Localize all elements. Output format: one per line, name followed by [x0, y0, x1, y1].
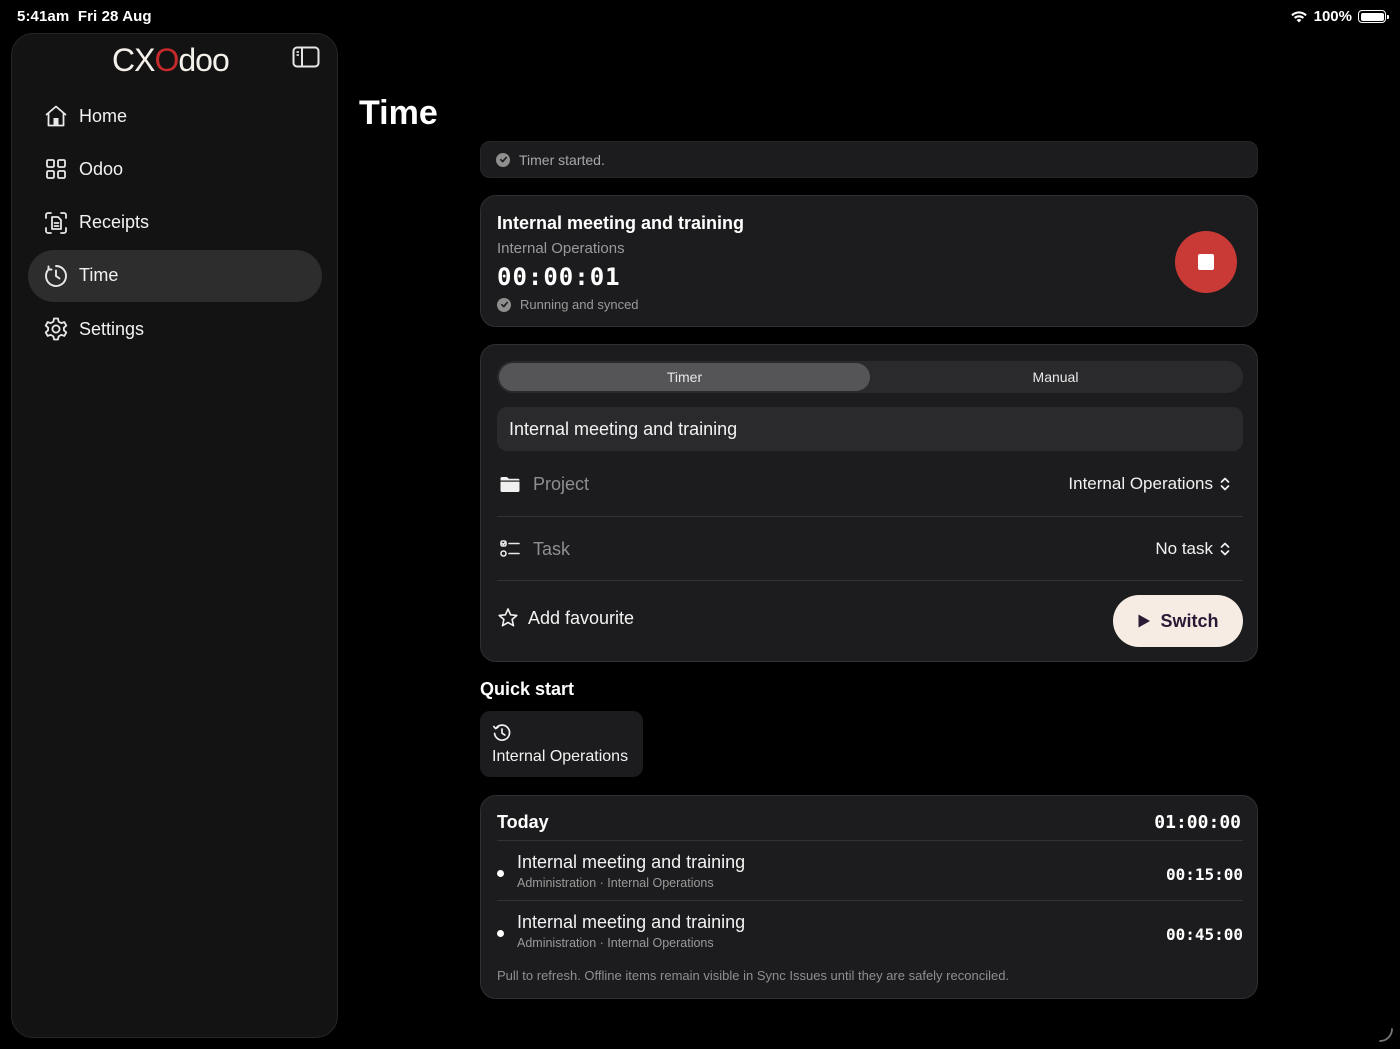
list-item[interactable]: Internal meeting and training Administra… [497, 846, 1243, 904]
entry-name: Internal meeting and training [517, 852, 746, 872]
star-icon [498, 608, 518, 627]
divider [497, 840, 1243, 841]
entry-duration: 00:45:00 [1165, 925, 1243, 944]
divider [497, 516, 1243, 517]
mode-segmented-control: Timer Manual [497, 361, 1243, 393]
sidebar: CXOdoo Home Odoo Receipts Time Settings [11, 33, 338, 1038]
bullet-icon [497, 930, 504, 937]
divider [497, 900, 1243, 901]
switch-button[interactable]: Switch [1113, 595, 1243, 647]
checkmark-icon [496, 152, 510, 167]
sidebar-toggle-icon[interactable] [292, 46, 320, 68]
divider [497, 580, 1243, 581]
sidebar-item-label: Home [79, 105, 128, 126]
add-favourite-button[interactable]: Add favourite [497, 607, 634, 629]
entry-meta: Administration · Internal Operations [517, 936, 714, 950]
sidebar-item-label: Settings [79, 318, 145, 339]
date-text: Fri 28 Aug [77, 8, 152, 25]
checklist-icon [500, 540, 520, 557]
running-timer-card: Internal meeting and training Internal O… [480, 195, 1258, 327]
grid-icon [46, 159, 66, 180]
sidebar-nav: Home Odoo Receipts Time Settings [28, 90, 322, 356]
project-value: Internal Operations [1068, 474, 1213, 493]
switch-label: Switch [1160, 610, 1219, 631]
status-indicators: 100% [1290, 8, 1389, 25]
battery-level [1360, 12, 1384, 21]
list-item[interactable]: Internal meeting and training Administra… [497, 906, 1243, 964]
home-icon [45, 105, 67, 127]
sidebar-item-settings[interactable]: Settings [28, 303, 322, 355]
running-timer-title: Internal meeting and training [497, 213, 745, 233]
resize-handle-icon[interactable] [1378, 1027, 1394, 1043]
tab-timer[interactable]: Timer [499, 363, 870, 391]
page-title: Time [359, 94, 438, 132]
sidebar-item-label: Time [79, 265, 119, 286]
toast-message: Timer started. [480, 141, 1258, 178]
sidebar-item-time[interactable]: Time [28, 249, 322, 302]
chevron-updown-icon [1220, 542, 1230, 556]
quick-start-title: Quick start [480, 679, 575, 699]
sidebar-item-receipts[interactable]: Receipts [28, 197, 322, 249]
logo-middle: O [154, 41, 179, 78]
battery-icon [1358, 10, 1389, 23]
wifi-icon [1290, 11, 1307, 23]
quick-start-item[interactable]: Internal Operations [480, 711, 643, 777]
refresh-hint: Pull to refresh. Offline items remain vi… [497, 968, 1010, 983]
sidebar-item-odoo[interactable]: Odoo [28, 143, 322, 195]
project-row[interactable]: Project Internal Operations [497, 469, 1243, 499]
history-icon [492, 724, 511, 741]
description-input[interactable] [497, 407, 1243, 451]
tab-manual[interactable]: Manual [870, 363, 1241, 391]
entry-duration: 00:15:00 [1165, 865, 1243, 884]
play-icon [1138, 614, 1151, 628]
today-total: 01:00:00 [1154, 812, 1241, 833]
folder-icon [500, 477, 520, 492]
add-favourite-label: Add favourite [528, 607, 635, 628]
battery-percent: 100% [1313, 8, 1352, 25]
logo-suffix: doo [178, 41, 229, 78]
sync-status-text: Running and synced [520, 297, 639, 312]
gear-icon [44, 317, 68, 341]
task-row[interactable]: Task No task [497, 534, 1243, 564]
sidebar-item-label: Receipts [79, 212, 150, 233]
bullet-icon [497, 870, 504, 877]
sidebar-item-label: Odoo [79, 158, 124, 179]
task-select[interactable]: No task [1155, 539, 1231, 559]
entry-name: Internal meeting and training [517, 912, 746, 932]
project-select[interactable]: Internal Operations [1068, 474, 1231, 494]
receipt-scan-icon [45, 211, 67, 234]
task-label: Task [533, 538, 571, 559]
sync-status: Running and synced [497, 297, 639, 312]
clock-icon [45, 264, 67, 287]
today-title: Today [497, 812, 549, 832]
running-timer-project: Internal Operations [497, 240, 625, 257]
status-time: 5:41am Fri 28 Aug [17, 8, 152, 25]
elapsed-time: 00:00:01 [497, 263, 621, 291]
stop-timer-button[interactable] [1175, 231, 1237, 293]
stop-icon [1198, 254, 1214, 270]
task-value: No task [1155, 539, 1213, 558]
quick-start-label: Internal Operations [492, 748, 629, 765]
clock-text: 5:41am [17, 8, 70, 25]
project-label: Project [533, 473, 590, 494]
today-card: Today 01:00:00 Internal meeting and trai… [480, 795, 1258, 999]
timer-form-card: Timer Manual Project Internal Operations… [480, 344, 1258, 662]
chevron-updown-icon [1220, 477, 1230, 491]
sidebar-item-home[interactable]: Home [28, 90, 322, 142]
toast-text: Timer started. [519, 151, 605, 168]
app-logo: CXOdoo [112, 40, 252, 80]
status-bar: 5:41am Fri 28 Aug 100% [0, 0, 1400, 32]
logo-prefix: CX [112, 41, 155, 78]
entry-meta: Administration · Internal Operations [517, 876, 714, 890]
checkmark-icon [497, 297, 511, 312]
